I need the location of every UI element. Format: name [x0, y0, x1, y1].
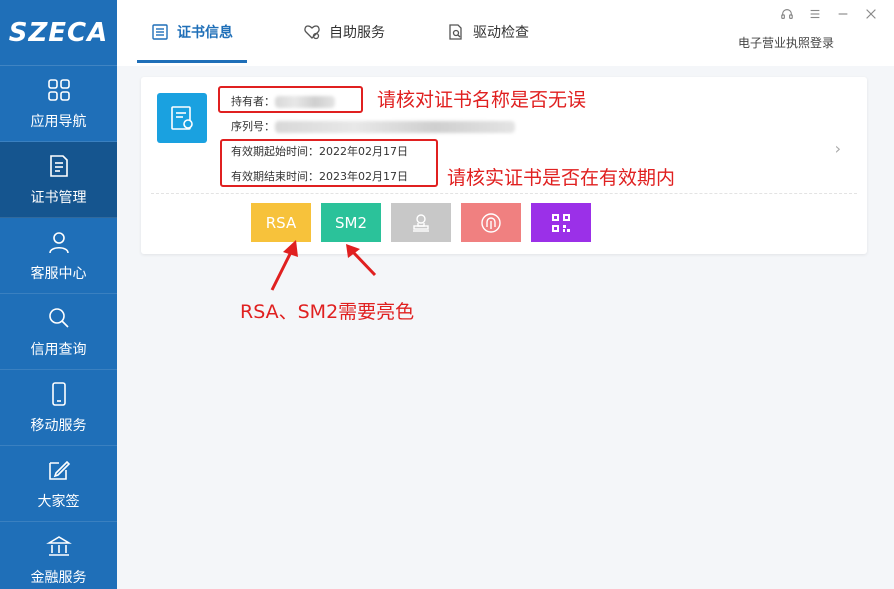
sidebar-item-dajiaqian[interactable]: 大家签 — [0, 446, 117, 522]
top-bar: 证书信息 自助服务 驱动检查 电子营业执照登录 — [117, 0, 894, 66]
sidebar-item-label: 金融服务 — [30, 569, 87, 586]
user-icon — [48, 231, 69, 253]
minimize-icon[interactable] — [834, 6, 852, 22]
fingerprint-button[interactable] — [461, 203, 521, 242]
active-tab-indicator — [137, 60, 247, 63]
tab-label: 自助服务 — [329, 25, 385, 41]
seal-button[interactable] — [391, 203, 451, 242]
grid-icon — [47, 78, 70, 101]
close-icon[interactable] — [862, 6, 880, 22]
tab-cert-info[interactable]: 证书信息 — [151, 22, 233, 42]
app-logo: SZECA — [0, 0, 117, 66]
doc-search-icon — [449, 24, 462, 40]
sidebar-item-label: 证书管理 — [30, 189, 87, 206]
menu-icon[interactable] — [806, 6, 824, 22]
search-icon — [48, 307, 69, 328]
chevron-right-icon[interactable]: › — [835, 139, 841, 158]
sidebar-item-label: 客服中心 — [30, 265, 87, 282]
holder-highlight-box — [218, 86, 363, 113]
sidebar-item-label: 移动服务 — [30, 417, 87, 434]
serial-row: 序列号： — [231, 118, 515, 134]
seal-icon — [413, 213, 429, 232]
sidebar-item-label: 大家签 — [37, 493, 80, 510]
tab-label: 证书信息 — [177, 25, 233, 41]
sidebar-item-financial-service[interactable]: 金融服务 — [0, 522, 117, 589]
heart-gear-icon — [304, 25, 320, 40]
sidebar: SZECA 应用导航 证书管理 客服中心 信用查询 移动服务 大家签 金融服务 — [0, 0, 117, 589]
annotation-algorithm-note: RSA、SM2需要亮色 — [240, 301, 415, 323]
serial-value-redacted — [275, 121, 515, 133]
sm2-button[interactable]: SM2 — [321, 203, 381, 242]
annotation-name-check: 请核对证书名称是否无误 — [377, 89, 587, 111]
phone-icon — [51, 381, 66, 406]
sidebar-item-customer-service[interactable]: 客服中心 — [0, 218, 117, 294]
sidebar-item-cert-management[interactable]: 证书管理 — [0, 142, 117, 218]
sidebar-item-label: 信用查询 — [30, 341, 87, 358]
fingerprint-icon — [481, 212, 501, 233]
document-icon — [49, 154, 68, 177]
edit-icon — [48, 460, 70, 480]
list-icon — [152, 24, 168, 40]
certificate-icon — [157, 93, 207, 143]
tab-self-service[interactable]: 自助服务 — [303, 22, 385, 42]
sidebar-item-mobile-service[interactable]: 移动服务 — [0, 370, 117, 446]
validity-highlight-box — [220, 139, 438, 187]
headset-icon[interactable] — [778, 6, 796, 22]
annotation-validity-check: 请核实证书是否在有效期内 — [447, 167, 676, 189]
sidebar-item-app-nav[interactable]: 应用导航 — [0, 66, 117, 142]
qrcode-icon — [552, 213, 570, 232]
serial-label: 序列号： — [231, 120, 275, 133]
sidebar-item-label: 应用导航 — [30, 113, 87, 130]
logo-text: SZECA — [8, 17, 109, 48]
bank-icon — [45, 535, 72, 556]
business-license-login-link[interactable]: 电子营业执照登录 — [738, 34, 834, 51]
rsa-button[interactable]: RSA — [251, 203, 311, 242]
tab-driver-check[interactable]: 驱动检查 — [447, 22, 529, 42]
window-controls — [778, 6, 880, 22]
sidebar-item-credit-query[interactable]: 信用查询 — [0, 294, 117, 370]
card-divider — [151, 193, 857, 194]
qrcode-button[interactable] — [531, 203, 591, 242]
tab-label: 驱动检查 — [473, 25, 529, 41]
